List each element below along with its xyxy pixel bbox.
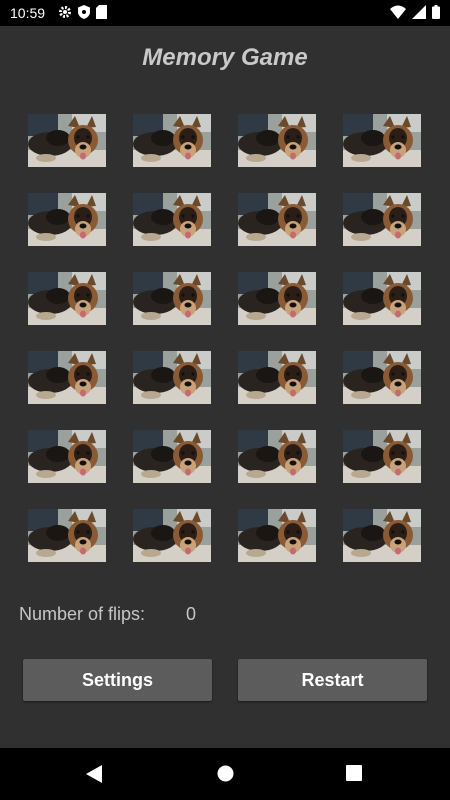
- dog-photo: [343, 272, 421, 325]
- memory-card[interactable]: [28, 193, 106, 246]
- dog-photo: [133, 272, 211, 325]
- settings-button[interactable]: Settings: [23, 659, 212, 701]
- dog-photo: [28, 509, 106, 562]
- memory-card[interactable]: [133, 272, 211, 325]
- shield-icon: [78, 5, 90, 24]
- memory-card[interactable]: [28, 114, 106, 167]
- dog-photo: [238, 351, 316, 404]
- dog-photo: [238, 430, 316, 483]
- dog-photo: [133, 193, 211, 246]
- dog-photo: [238, 272, 316, 325]
- memory-card[interactable]: [133, 351, 211, 404]
- memory-card[interactable]: [343, 430, 421, 483]
- page-title: Memory Game: [142, 44, 308, 71]
- dog-photo: [28, 351, 106, 404]
- memory-card[interactable]: [238, 114, 316, 167]
- restart-button[interactable]: Restart: [238, 659, 427, 701]
- dog-photo: [28, 193, 106, 246]
- memory-card[interactable]: [28, 430, 106, 483]
- recents-icon[interactable]: [346, 765, 362, 786]
- dog-photo: [133, 509, 211, 562]
- navigation-bar: [0, 748, 450, 800]
- memory-card[interactable]: [133, 509, 211, 562]
- sd-card-icon: [96, 5, 107, 24]
- dog-photo: [133, 114, 211, 167]
- home-icon[interactable]: [217, 765, 234, 787]
- dog-photo: [28, 114, 106, 167]
- memory-card[interactable]: [28, 272, 106, 325]
- gear-icon: [58, 5, 72, 24]
- memory-card[interactable]: [343, 351, 421, 404]
- memory-card[interactable]: [343, 114, 421, 167]
- memory-card[interactable]: [28, 351, 106, 404]
- memory-card[interactable]: [238, 272, 316, 325]
- flips-label: Number of flips:: [19, 604, 146, 624]
- card-grid: [28, 114, 421, 562]
- dog-photo: [238, 509, 316, 562]
- dog-photo: [343, 430, 421, 483]
- battery-icon: [432, 5, 440, 24]
- memory-card[interactable]: [238, 509, 316, 562]
- memory-card[interactable]: [238, 430, 316, 483]
- wifi-icon: [390, 5, 406, 24]
- memory-card[interactable]: [133, 430, 211, 483]
- dog-photo: [28, 430, 106, 483]
- memory-card[interactable]: [133, 114, 211, 167]
- dog-photo: [343, 509, 421, 562]
- dog-photo: [343, 114, 421, 167]
- memory-card[interactable]: [343, 193, 421, 246]
- memory-card[interactable]: [238, 193, 316, 246]
- memory-card[interactable]: [343, 272, 421, 325]
- back-icon[interactable]: [86, 765, 102, 788]
- signal-icon: [412, 5, 426, 24]
- memory-card[interactable]: [343, 509, 421, 562]
- dog-photo: [238, 114, 316, 167]
- flips-counter: Number of flips: 0: [19, 604, 196, 625]
- memory-card[interactable]: [238, 351, 316, 404]
- memory-card[interactable]: [28, 509, 106, 562]
- dog-photo: [238, 193, 316, 246]
- memory-game-screen: Memory Game Number of flips: 0 Settings …: [0, 26, 450, 748]
- memory-card[interactable]: [133, 193, 211, 246]
- status-bar: 10:59: [0, 0, 450, 26]
- dog-photo: [343, 193, 421, 246]
- dog-photo: [133, 351, 211, 404]
- dog-photo: [28, 272, 106, 325]
- dog-photo: [133, 430, 211, 483]
- dog-photo: [343, 351, 421, 404]
- flips-count: 0: [186, 604, 197, 624]
- status-time: 10:59: [10, 5, 46, 21]
